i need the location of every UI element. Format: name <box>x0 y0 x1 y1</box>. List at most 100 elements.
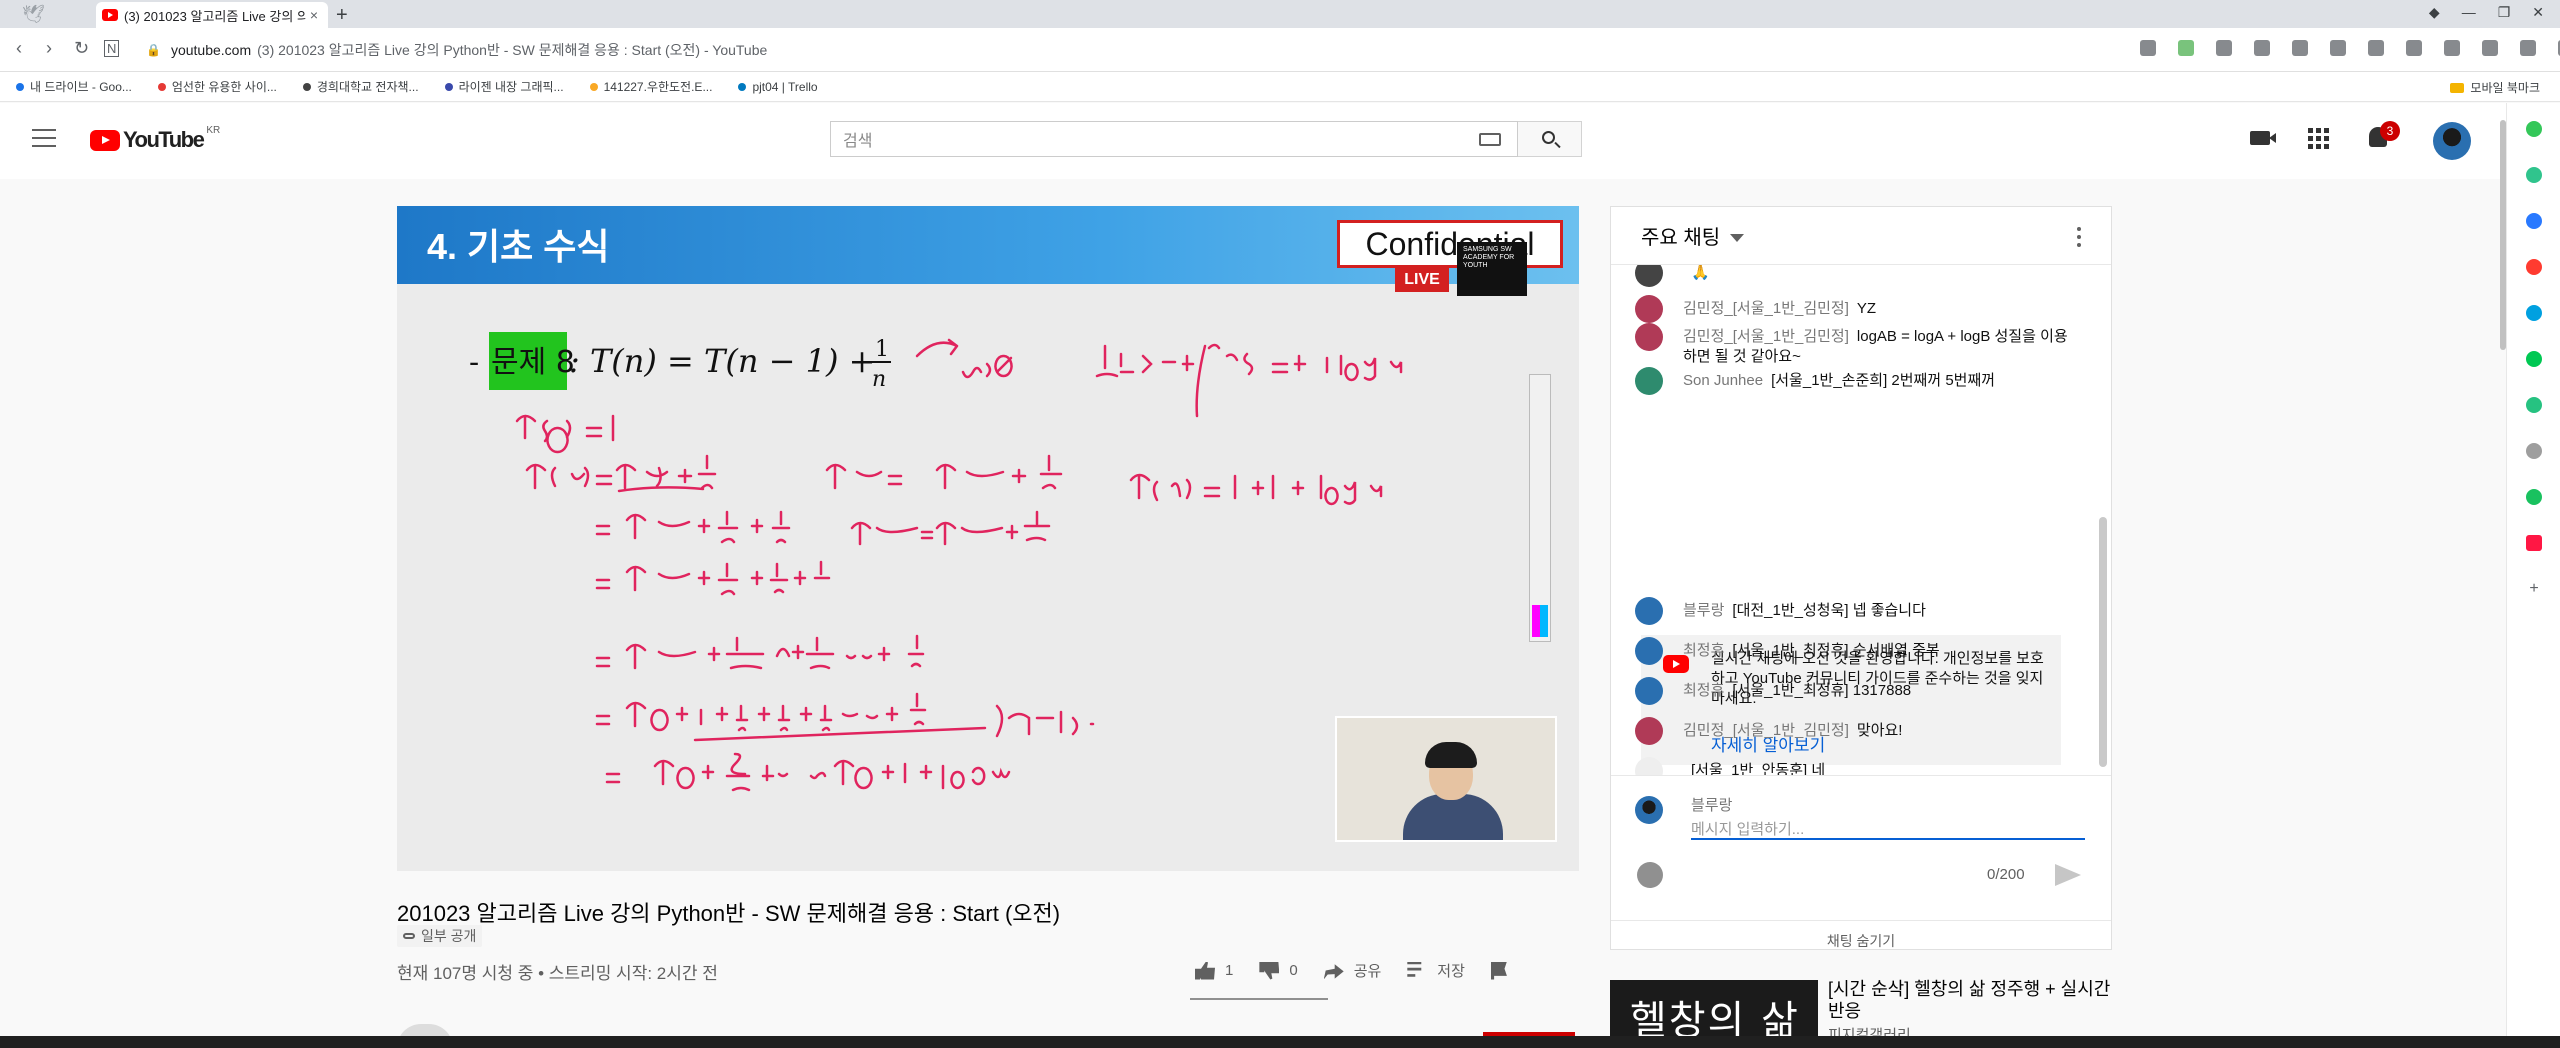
chat-message-input[interactable]: 메시지 입력하기... <box>1691 818 2085 840</box>
chat-author[interactable]: 최정휴 <box>1683 642 1724 659</box>
more-options-icon[interactable] <box>2077 227 2081 247</box>
edge-extension-icon[interactable] <box>2526 305 2542 321</box>
chat-avatar[interactable] <box>1635 677 1663 705</box>
color-palette[interactable] <box>1532 605 1548 637</box>
chat-avatar[interactable] <box>1635 367 1663 395</box>
apps-grid-icon[interactable] <box>2308 128 2329 149</box>
video-player[interactable]: 4. 기초 수식 Confidential LIVE SAMSUNG SW AC… <box>397 206 1579 871</box>
chat-header[interactable]: 주요 채팅 <box>1611 207 2111 265</box>
chat-author[interactable]: 최정휴 <box>1683 682 1724 699</box>
youtube-logo[interactable]: YouTube KR <box>90 125 220 153</box>
n-extension-icon[interactable]: N <box>104 40 120 57</box>
sidebar-icon[interactable] <box>2520 40 2536 56</box>
chat-scrollbar[interactable] <box>2099 517 2107 767</box>
browser-tab-active[interactable]: (3) 201023 알고리즘 Live 강의 의 × <box>96 2 328 28</box>
chat-avatar[interactable] <box>1635 265 1663 287</box>
chat-extension-icon[interactable] <box>2526 167 2542 183</box>
send-icon[interactable] <box>2055 864 2081 886</box>
new-tab-button[interactable]: + <box>336 4 348 27</box>
play-extension-icon[interactable] <box>2526 397 2542 413</box>
line-extension-icon[interactable] <box>2526 351 2542 367</box>
tv-extension-icon[interactable] <box>2526 489 2542 505</box>
bookmark-item[interactable]: 라이젠 내장 그래픽... <box>444 78 564 95</box>
chat-author[interactable]: 블루랑 <box>1683 602 1724 619</box>
chevron-down-icon <box>1730 233 1745 242</box>
recommendation-title[interactable]: [시간 순삭] 헬창의 삶 정주행 + 실시간 반응 <box>1828 978 2128 1022</box>
chat-author[interactable]: Son Junhee <box>1683 372 1763 389</box>
ghost-extension-icon[interactable] <box>2526 443 2542 459</box>
chat-avatar[interactable] <box>1635 323 1663 351</box>
address-bar-row: ‹ › ↻ N 🔒 youtube.com (3) 201023 알고리즘 Li… <box>0 28 2560 72</box>
bookmark-item[interactable]: 141227.우한도전.E... <box>589 78 712 95</box>
maximize-button[interactable]: ❐ <box>2498 4 2511 21</box>
chat-avatar[interactable] <box>1635 717 1663 745</box>
share-button[interactable]: 공유 <box>1323 960 1381 981</box>
zoom-icon[interactable] <box>2140 40 2156 56</box>
chat-message[interactable]: 최정휴 [서울_1반_최정휴] 순서배열 중복 <box>1635 637 2075 665</box>
chat-mode-label: 주요 채팅 <box>1641 227 1721 249</box>
forward-icon[interactable]: › <box>46 38 52 59</box>
news-extension-icon[interactable] <box>2526 535 2542 551</box>
chat-message[interactable]: 김민정_[서울_1반_김민정] YZ <box>1635 295 2075 323</box>
minimize-button[interactable]: — <box>2462 4 2476 21</box>
star-icon[interactable] <box>2254 40 2270 56</box>
blue-extension-icon[interactable] <box>2526 213 2542 229</box>
chat-text: YZ <box>1856 300 1877 317</box>
url-host: youtube.com <box>170 42 252 58</box>
chat-author[interactable]: 김민정_[서울_1반_김민정] <box>1683 300 1849 317</box>
extension-icon[interactable] <box>2178 40 2194 56</box>
shield-icon[interactable] <box>2216 40 2232 56</box>
search-button[interactable] <box>1518 121 1582 157</box>
dislike-button[interactable]: 0 <box>1259 961 1298 980</box>
chat-message[interactable]: 김민정_[서울_1반_김민정] logAB = logA + logB 성질을 이… <box>1635 323 2075 367</box>
s-extension-icon[interactable] <box>2292 40 2308 56</box>
red-extension-icon[interactable] <box>2526 259 2542 275</box>
mobile-bookmarks-folder[interactable]: 모바일 북마크 <box>2450 79 2540 96</box>
hide-chat-button[interactable]: 채팅 숨기기 <box>1611 920 2111 951</box>
create-video-icon[interactable] <box>2250 131 2276 145</box>
keyboard-icon[interactable] <box>1479 133 1501 146</box>
bookmark-item[interactable]: 내 드라이브 - Goo... <box>16 78 132 95</box>
bookmark-item[interactable]: 경희대학교 전자책... <box>302 78 419 95</box>
close-window-button[interactable]: ✕ <box>2532 4 2544 21</box>
tab-close-icon[interactable]: × <box>306 7 322 23</box>
share-icon <box>1323 964 1344 980</box>
fraction-numerator: 1 <box>875 337 889 362</box>
chat-author[interactable]: 김민정_[서울_1반_김민정] <box>1683 722 1849 739</box>
list-icon[interactable] <box>2368 40 2384 56</box>
bookmark-item[interactable]: 엄선한 유용한 사이... <box>157 78 277 95</box>
back-icon[interactable]: ‹ <box>16 38 22 59</box>
reload-icon[interactable]: ↻ <box>74 38 89 59</box>
chat-message[interactable]: 블루랑 [대전_1반_성청욱] 넵 좋습니다 <box>1635 597 2075 625</box>
chat-author[interactable]: 김민정_[서울_1반_김민정] <box>1683 328 1849 345</box>
green-extension-icon[interactable] <box>2526 121 2542 137</box>
download-icon[interactable] <box>2406 40 2422 56</box>
problem-dash: - <box>469 345 479 380</box>
reader-icon[interactable] <box>2482 40 2498 56</box>
save-button[interactable]: 저장 <box>1407 960 1465 981</box>
account-avatar[interactable] <box>2433 122 2471 160</box>
guide-menu-icon[interactable] <box>32 129 56 147</box>
like-button[interactable]: 1 <box>1195 961 1233 980</box>
camera-icon[interactable] <box>2444 40 2460 56</box>
chat-avatar[interactable] <box>1635 597 1663 625</box>
pin-icon[interactable]: ◆ <box>2429 4 2440 21</box>
chat-avatar[interactable] <box>1635 295 1663 323</box>
report-button[interactable] <box>1490 961 1507 980</box>
vpn-icon[interactable] <box>2330 40 2346 56</box>
add-extension-icon[interactable]: + <box>2526 581 2542 597</box>
bookmark-item[interactable]: pjt04 | Trello <box>738 80 818 94</box>
chat-message[interactable]: 🙏 <box>1635 265 2075 287</box>
url-field[interactable]: 🔒 youtube.com (3) 201023 알고리즘 Live 강의 Py… <box>146 36 2096 64</box>
chat-text: [서울_1반_최정휴] 1317888 <box>1732 682 1912 699</box>
chat-messages[interactable]: 실시간 채팅에 오신 것을 환영합니다. 개인정보를 보호하고 YouTube … <box>1611 265 2111 775</box>
chat-message[interactable]: 김민정_[서울_1반_김민정] 맞아요! <box>1635 717 2075 745</box>
chat-message[interactable]: 최정휴 [서울_1반_최정휴] 1317888 <box>1635 677 2075 705</box>
youtube-favicon-icon <box>102 9 118 21</box>
chat-avatar[interactable] <box>1635 637 1663 665</box>
chat-message[interactable]: [서울_1반_안동훈] 네 <box>1635 757 2075 775</box>
search-input[interactable]: 검색 <box>830 121 1518 157</box>
pen-toolbar[interactable] <box>1529 374 1551 642</box>
emoji-icon[interactable] <box>1637 862 1663 888</box>
chat-message[interactable]: Son Junhee [서울_1반_손준희] 2번째꺼 5번째꺼 <box>1635 367 2075 395</box>
